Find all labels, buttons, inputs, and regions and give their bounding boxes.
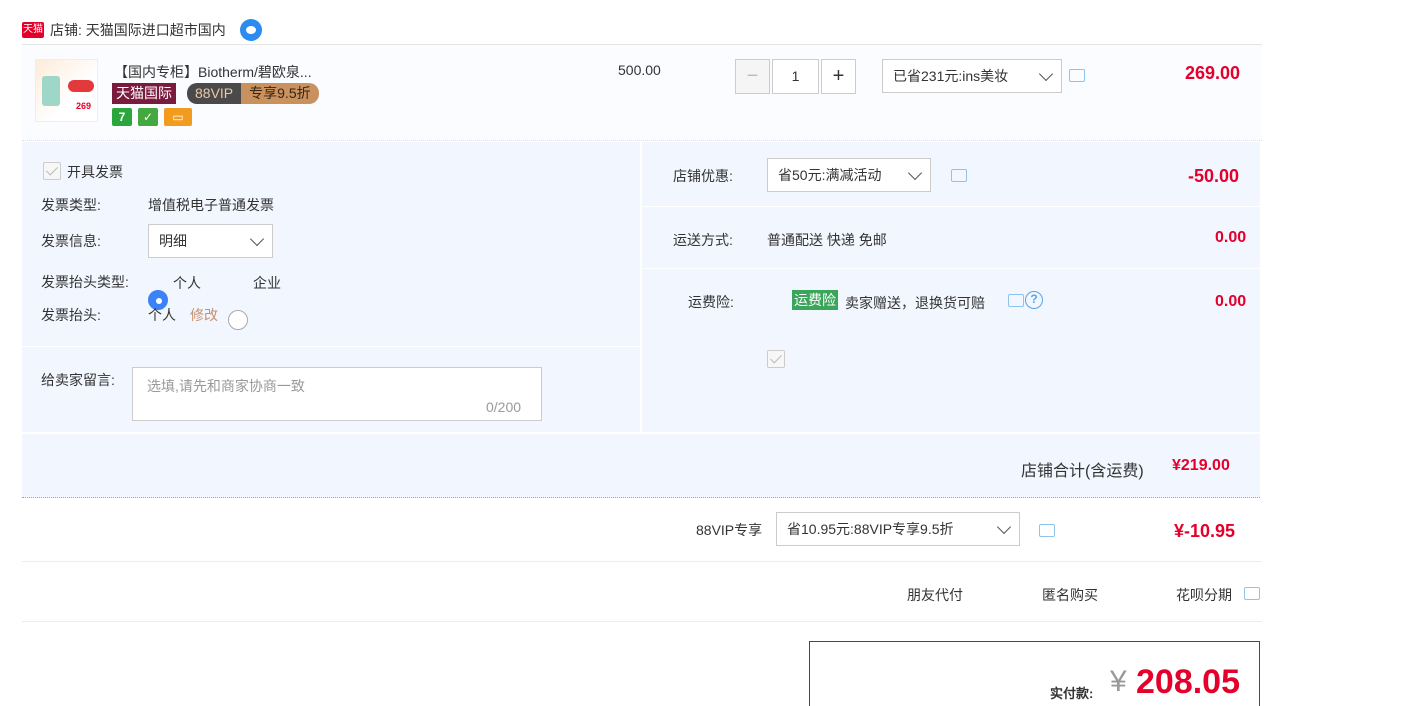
vip-discount-value: ¥-10.95 [1174, 521, 1236, 541]
chevron-down-icon [907, 165, 923, 181]
increase-button[interactable]: + [821, 59, 856, 94]
shop-discount-value: -50.00 [1188, 166, 1240, 186]
radio-company-label: 企业 [253, 275, 281, 291]
friend-pay-label: 朋友代付 [907, 587, 963, 603]
insurance-label: 运费险: [688, 294, 734, 310]
divider [22, 346, 640, 347]
discount-panel [642, 142, 1260, 432]
message-placeholder: 选填,请先和商家协商一致 [147, 378, 305, 394]
invoice-head-value: 个人 [148, 307, 176, 323]
message-char-count: 0/200 [486, 399, 522, 415]
invoice-type-value: 增值税电子普通发票 [148, 197, 274, 213]
invoice-checkbox[interactable] [43, 162, 61, 180]
shop-name[interactable]: 店铺: 天猫国际进口超市国内 [50, 20, 226, 40]
thumb-price: 269 [75, 101, 91, 111]
currency-symbol: ¥ [1110, 665, 1127, 698]
shop-discount-select[interactable]: 省50元:满减活动 [767, 158, 931, 192]
invoice-head-type-label: 发票抬头类型: [41, 274, 129, 290]
insurance-badge: 运费险 [792, 290, 838, 310]
insurance-description: 卖家赠送，退换货可赔 [845, 295, 985, 311]
divider [642, 206, 1260, 207]
invoice-type-label: 发票类型: [41, 197, 101, 213]
chevron-down-icon [1038, 66, 1054, 82]
shop-total-label: 店铺合计(含运费) [1021, 463, 1144, 480]
card-icon: ▭ [164, 108, 192, 126]
shop-discount-label: 店铺优惠: [673, 168, 733, 184]
divider [22, 621, 1262, 622]
divider [642, 268, 1260, 269]
vip-label: 88VIP专享 [696, 522, 763, 538]
service-icons: 7 ✓ ▭ [112, 108, 192, 126]
invoice-head-label: 发票抬头: [41, 307, 101, 323]
radio-personal-label: 个人 [173, 275, 201, 291]
invoice-info-select[interactable]: 明细 [148, 224, 273, 258]
insurance-checkbox[interactable] [767, 350, 785, 368]
product-discount-value: 已省231元:ins美妆 [893, 68, 1009, 84]
shipping-price: 0.00 [1215, 229, 1247, 246]
shipping-method: 普通配送 快递 免邮 [767, 232, 887, 248]
shipping-label: 运送方式: [673, 232, 733, 248]
tmall-logo-icon: 天猫 [22, 22, 44, 38]
comment-icon[interactable] [1008, 294, 1024, 307]
shop-header: 天猫 店铺: 天猫国际进口超市国内 [22, 17, 262, 43]
edit-invoice-link[interactable]: 修改 [190, 305, 218, 325]
comment-icon[interactable] [1039, 524, 1055, 537]
shop-total-value: ¥219.00 [1172, 457, 1230, 474]
anonymous-label: 匿名购买 [1042, 587, 1098, 603]
pay-amount: 208.05 [1136, 663, 1240, 701]
chevron-down-icon [996, 519, 1012, 535]
invoice-info-value: 明细 [159, 233, 187, 249]
divider [22, 561, 1262, 562]
comment-icon[interactable] [1244, 587, 1260, 600]
decrease-button[interactable]: − [735, 59, 770, 94]
chevron-down-icon [249, 231, 265, 247]
product-title[interactable]: 【国内专柜】Biotherm/碧欧泉... [114, 62, 312, 82]
shield-icon: ✓ [138, 108, 158, 126]
vip-tag-label: 88VIP [187, 83, 242, 104]
divider [640, 142, 642, 432]
vip-tag-discount: 专享9.5折 [241, 83, 319, 104]
invoice-info-label: 发票信息: [41, 233, 101, 249]
insurance-price: 0.00 [1215, 293, 1247, 310]
quantity-stepper: − 1 + [735, 59, 856, 94]
comment-icon[interactable] [951, 169, 967, 182]
pay-label: 实付款: [1050, 686, 1094, 701]
help-icon[interactable]: ? [1025, 291, 1043, 309]
product-total: 269.00 [1185, 63, 1241, 83]
tmall-intl-tag: 天猫国际 [112, 83, 176, 104]
quantity-input[interactable]: 1 [772, 59, 819, 94]
huabei-label: 花呗分期 [1176, 587, 1232, 603]
product-discount-select[interactable]: 已省231元:ins美妆 [882, 59, 1062, 93]
radio-company[interactable] [228, 310, 248, 330]
vip-discount-select-value: 省10.95元:88VIP专享9.5折 [787, 521, 954, 537]
wangwang-chat-icon[interactable] [239, 19, 262, 41]
comment-icon[interactable] [1069, 69, 1085, 82]
vip-discount-select[interactable]: 省10.95元:88VIP专享9.5折 [776, 512, 1020, 546]
seven-day-return-icon: 7 [112, 108, 132, 126]
unit-price: 500.00 [618, 62, 661, 78]
shop-discount-select-value: 省50元:满减活动 [778, 167, 882, 183]
vip-discount-tag: 88VIP 专享9.5折 [187, 83, 319, 104]
message-label: 给卖家留言: [41, 372, 115, 388]
invoice-checkbox-label: 开具发票 [67, 164, 123, 180]
product-thumbnail[interactable]: 269 [35, 59, 98, 122]
